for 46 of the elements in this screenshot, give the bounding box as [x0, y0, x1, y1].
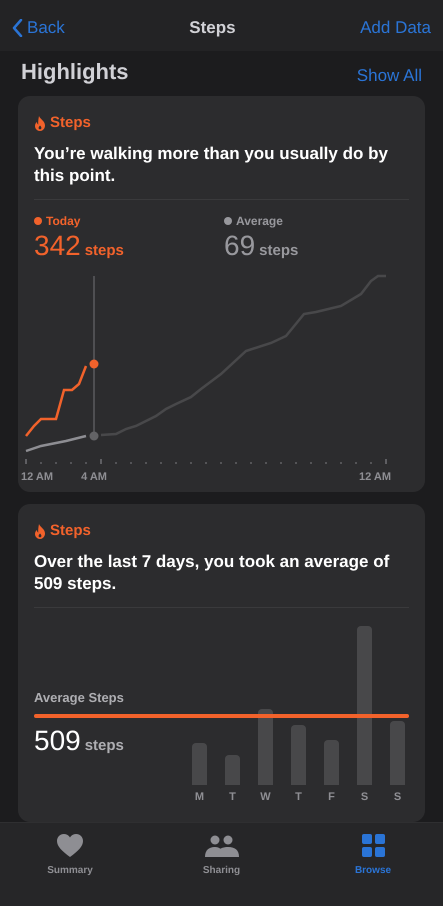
today-point — [90, 360, 98, 369]
category-label: Steps — [50, 521, 91, 542]
add-data-button[interactable]: Add Data — [360, 14, 431, 40]
day-label: S — [394, 790, 402, 806]
bar — [390, 721, 405, 786]
legend-label: Today — [46, 212, 80, 230]
average-steps-label: Average Steps — [34, 688, 125, 707]
axis-label: 12 AM — [359, 471, 391, 484]
flame-icon — [34, 524, 46, 539]
back-button[interactable]: Back — [12, 14, 65, 40]
unit-label: steps — [84, 736, 124, 756]
day-label: T — [229, 790, 236, 806]
average-point — [90, 432, 98, 441]
grid-icon — [362, 834, 384, 858]
page-title: Steps — [189, 16, 236, 39]
flame-icon — [34, 116, 46, 131]
day-label: S — [360, 790, 368, 806]
day-label: F — [328, 790, 335, 806]
tab-bar-item[interactable]: Sharing — [182, 832, 262, 878]
unit-label: steps — [259, 240, 298, 261]
average-line — [26, 434, 86, 452]
highlight-message: You’re walking more than you usually do by this point. — [34, 142, 389, 187]
average-value: 69 — [224, 230, 256, 262]
chevron-left-icon — [12, 18, 23, 37]
bar — [324, 740, 339, 786]
tab-bar-item[interactable]: Summary — [30, 832, 110, 878]
tab-bar-item[interactable]: Browse — [333, 832, 413, 878]
bar — [192, 743, 207, 786]
bar — [225, 755, 240, 786]
today-value: 342 — [34, 230, 81, 262]
unit-label: steps — [84, 240, 124, 261]
legend-label: Average — [236, 212, 283, 230]
people-icon — [204, 834, 238, 857]
category-label: Steps — [50, 113, 91, 134]
average-value: 509 — [34, 725, 81, 758]
heart-icon — [57, 834, 83, 858]
bar — [291, 725, 306, 786]
today-line — [25, 366, 88, 437]
day-label: W — [260, 790, 271, 806]
highlight-message: Over the last 7 days, you took an average of 509 steps. — [34, 550, 390, 595]
axis-label: 12 AM — [21, 471, 53, 484]
axis-label: 4 AM — [81, 471, 107, 484]
section-title: Highlights — [21, 58, 129, 86]
show-all-link[interactable]: Show All — [356, 62, 422, 88]
day-label: M — [194, 790, 204, 806]
day-label: T — [295, 790, 302, 806]
